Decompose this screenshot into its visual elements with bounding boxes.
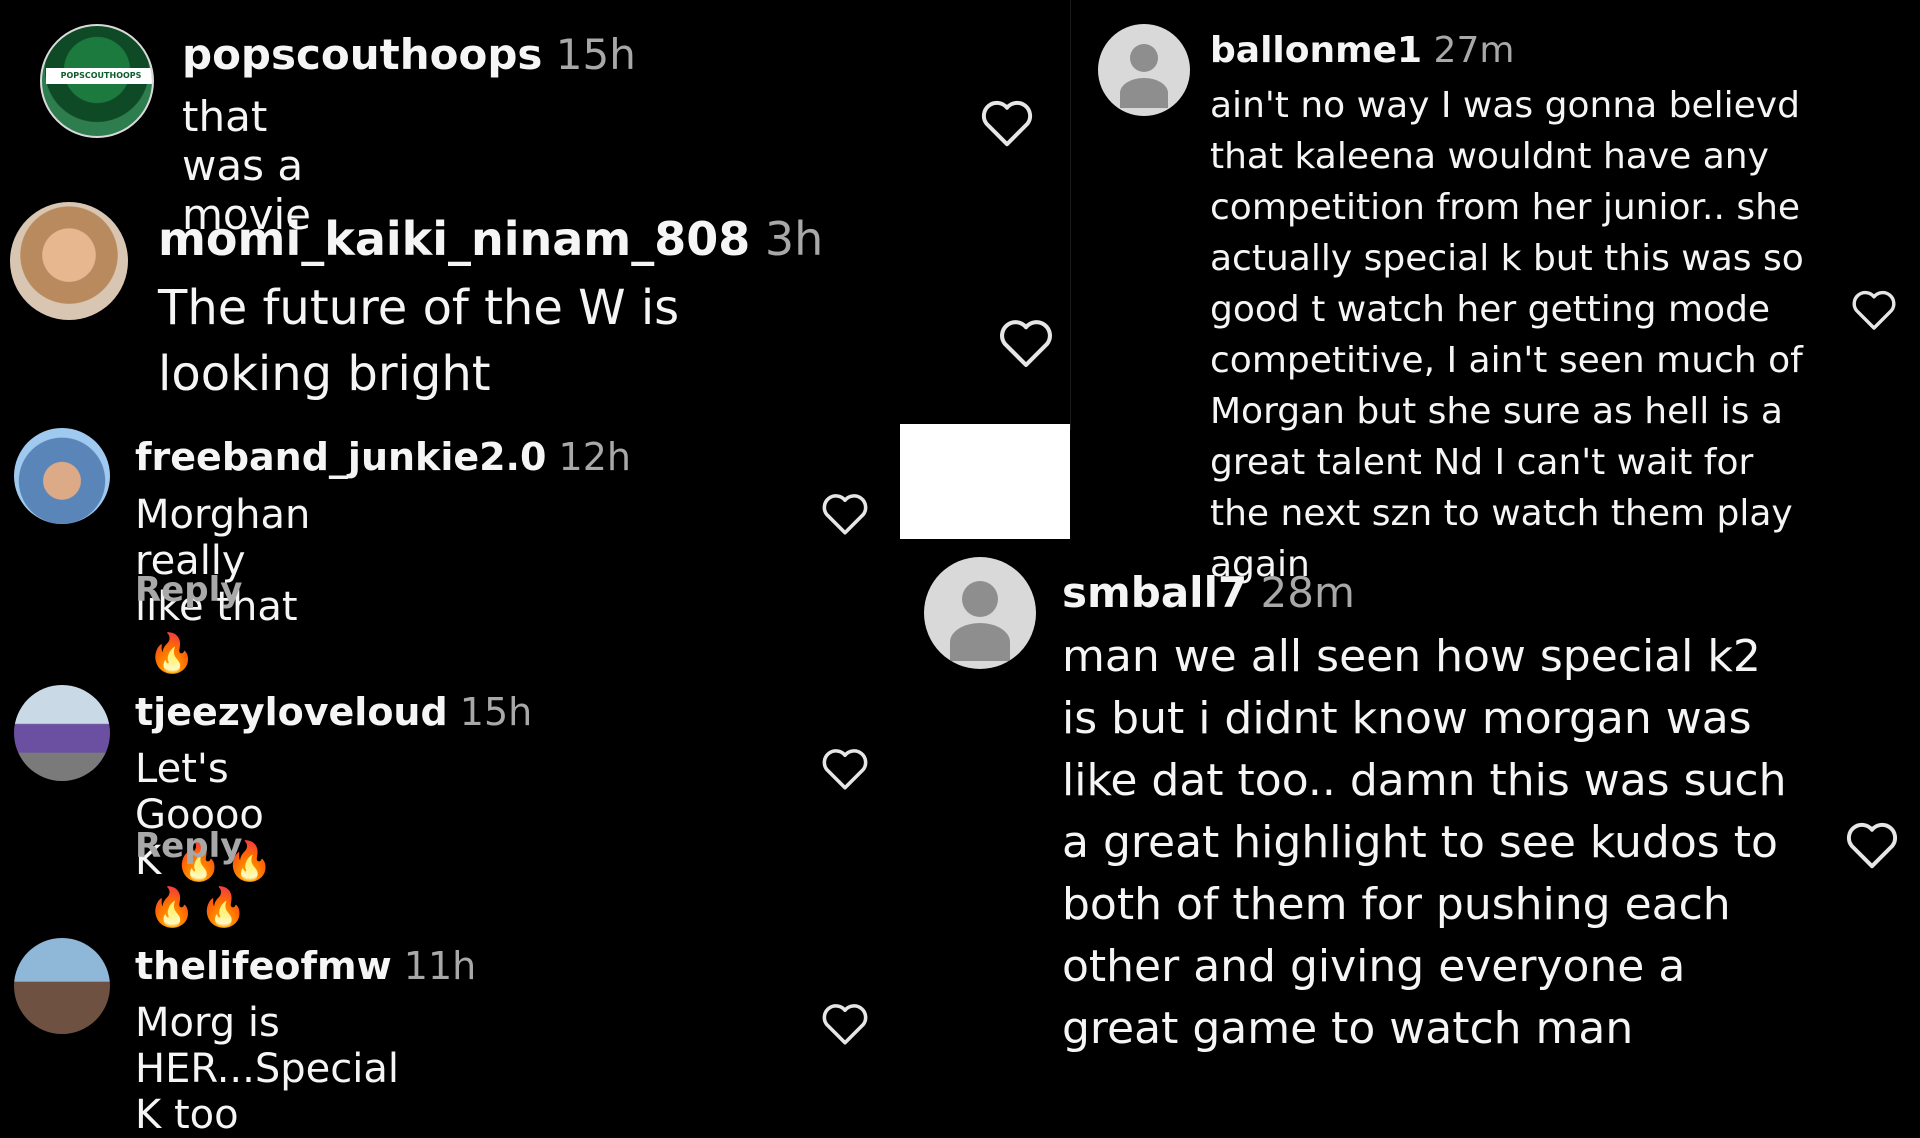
- timestamp: 15h: [555, 30, 636, 79]
- white-patch: [900, 424, 1070, 539]
- comment-text: ain't no way I was gonna believd that ka…: [1210, 85, 1804, 585]
- like-heart-icon[interactable]: [1850, 287, 1898, 331]
- username[interactable]: smball7: [1062, 568, 1247, 617]
- default-avatar-icon[interactable]: [1098, 24, 1190, 116]
- reply-button[interactable]: Reply: [135, 570, 242, 610]
- username[interactable]: thelifeofmw: [135, 944, 392, 988]
- username[interactable]: ballonme1: [1210, 30, 1422, 71]
- panel-divider: [1070, 0, 1071, 430]
- avatar[interactable]: [14, 938, 110, 1034]
- avatar[interactable]: [14, 685, 110, 781]
- like-heart-icon[interactable]: [979, 96, 1035, 148]
- fire-emoji: 🔥: [148, 885, 196, 929]
- like-heart-icon[interactable]: [1844, 818, 1900, 870]
- like-heart-icon[interactable]: [820, 745, 870, 791]
- comment-text: man we all seen how special k2 is but i …: [1062, 631, 1787, 1054]
- timestamp: 15h: [459, 690, 533, 734]
- timestamp: 11h: [403, 944, 477, 988]
- timestamp: 28m: [1260, 568, 1355, 617]
- like-heart-icon[interactable]: [820, 490, 870, 536]
- timestamp: 27m: [1433, 30, 1515, 71]
- like-heart-icon[interactable]: [997, 315, 1055, 369]
- comment-text: Morg is HER...Special K too: [135, 1000, 399, 1138]
- username[interactable]: popscouthoops: [182, 30, 542, 79]
- avatar[interactable]: POPSCOUTHOOPS: [40, 24, 154, 138]
- default-avatar-icon[interactable]: [924, 557, 1036, 669]
- username[interactable]: tjeezyloveloud: [135, 690, 448, 734]
- timestamp: 12h: [558, 435, 631, 479]
- fire-emoji: 🔥: [199, 885, 247, 929]
- reply-button[interactable]: Reply: [135, 826, 242, 866]
- username[interactable]: freeband_junkie2.0: [135, 435, 546, 479]
- username[interactable]: momi_kaiki_ninam_808: [158, 212, 750, 266]
- like-heart-icon[interactable]: [820, 1000, 870, 1046]
- avatar[interactable]: [10, 202, 128, 320]
- avatar[interactable]: [14, 428, 110, 524]
- avatar-logo-text: POPSCOUTHOOPS: [46, 68, 152, 84]
- comment-text: The future of the W is looking bright: [158, 280, 680, 402]
- fire-emoji: 🔥: [148, 631, 196, 675]
- timestamp: 3h: [764, 212, 824, 266]
